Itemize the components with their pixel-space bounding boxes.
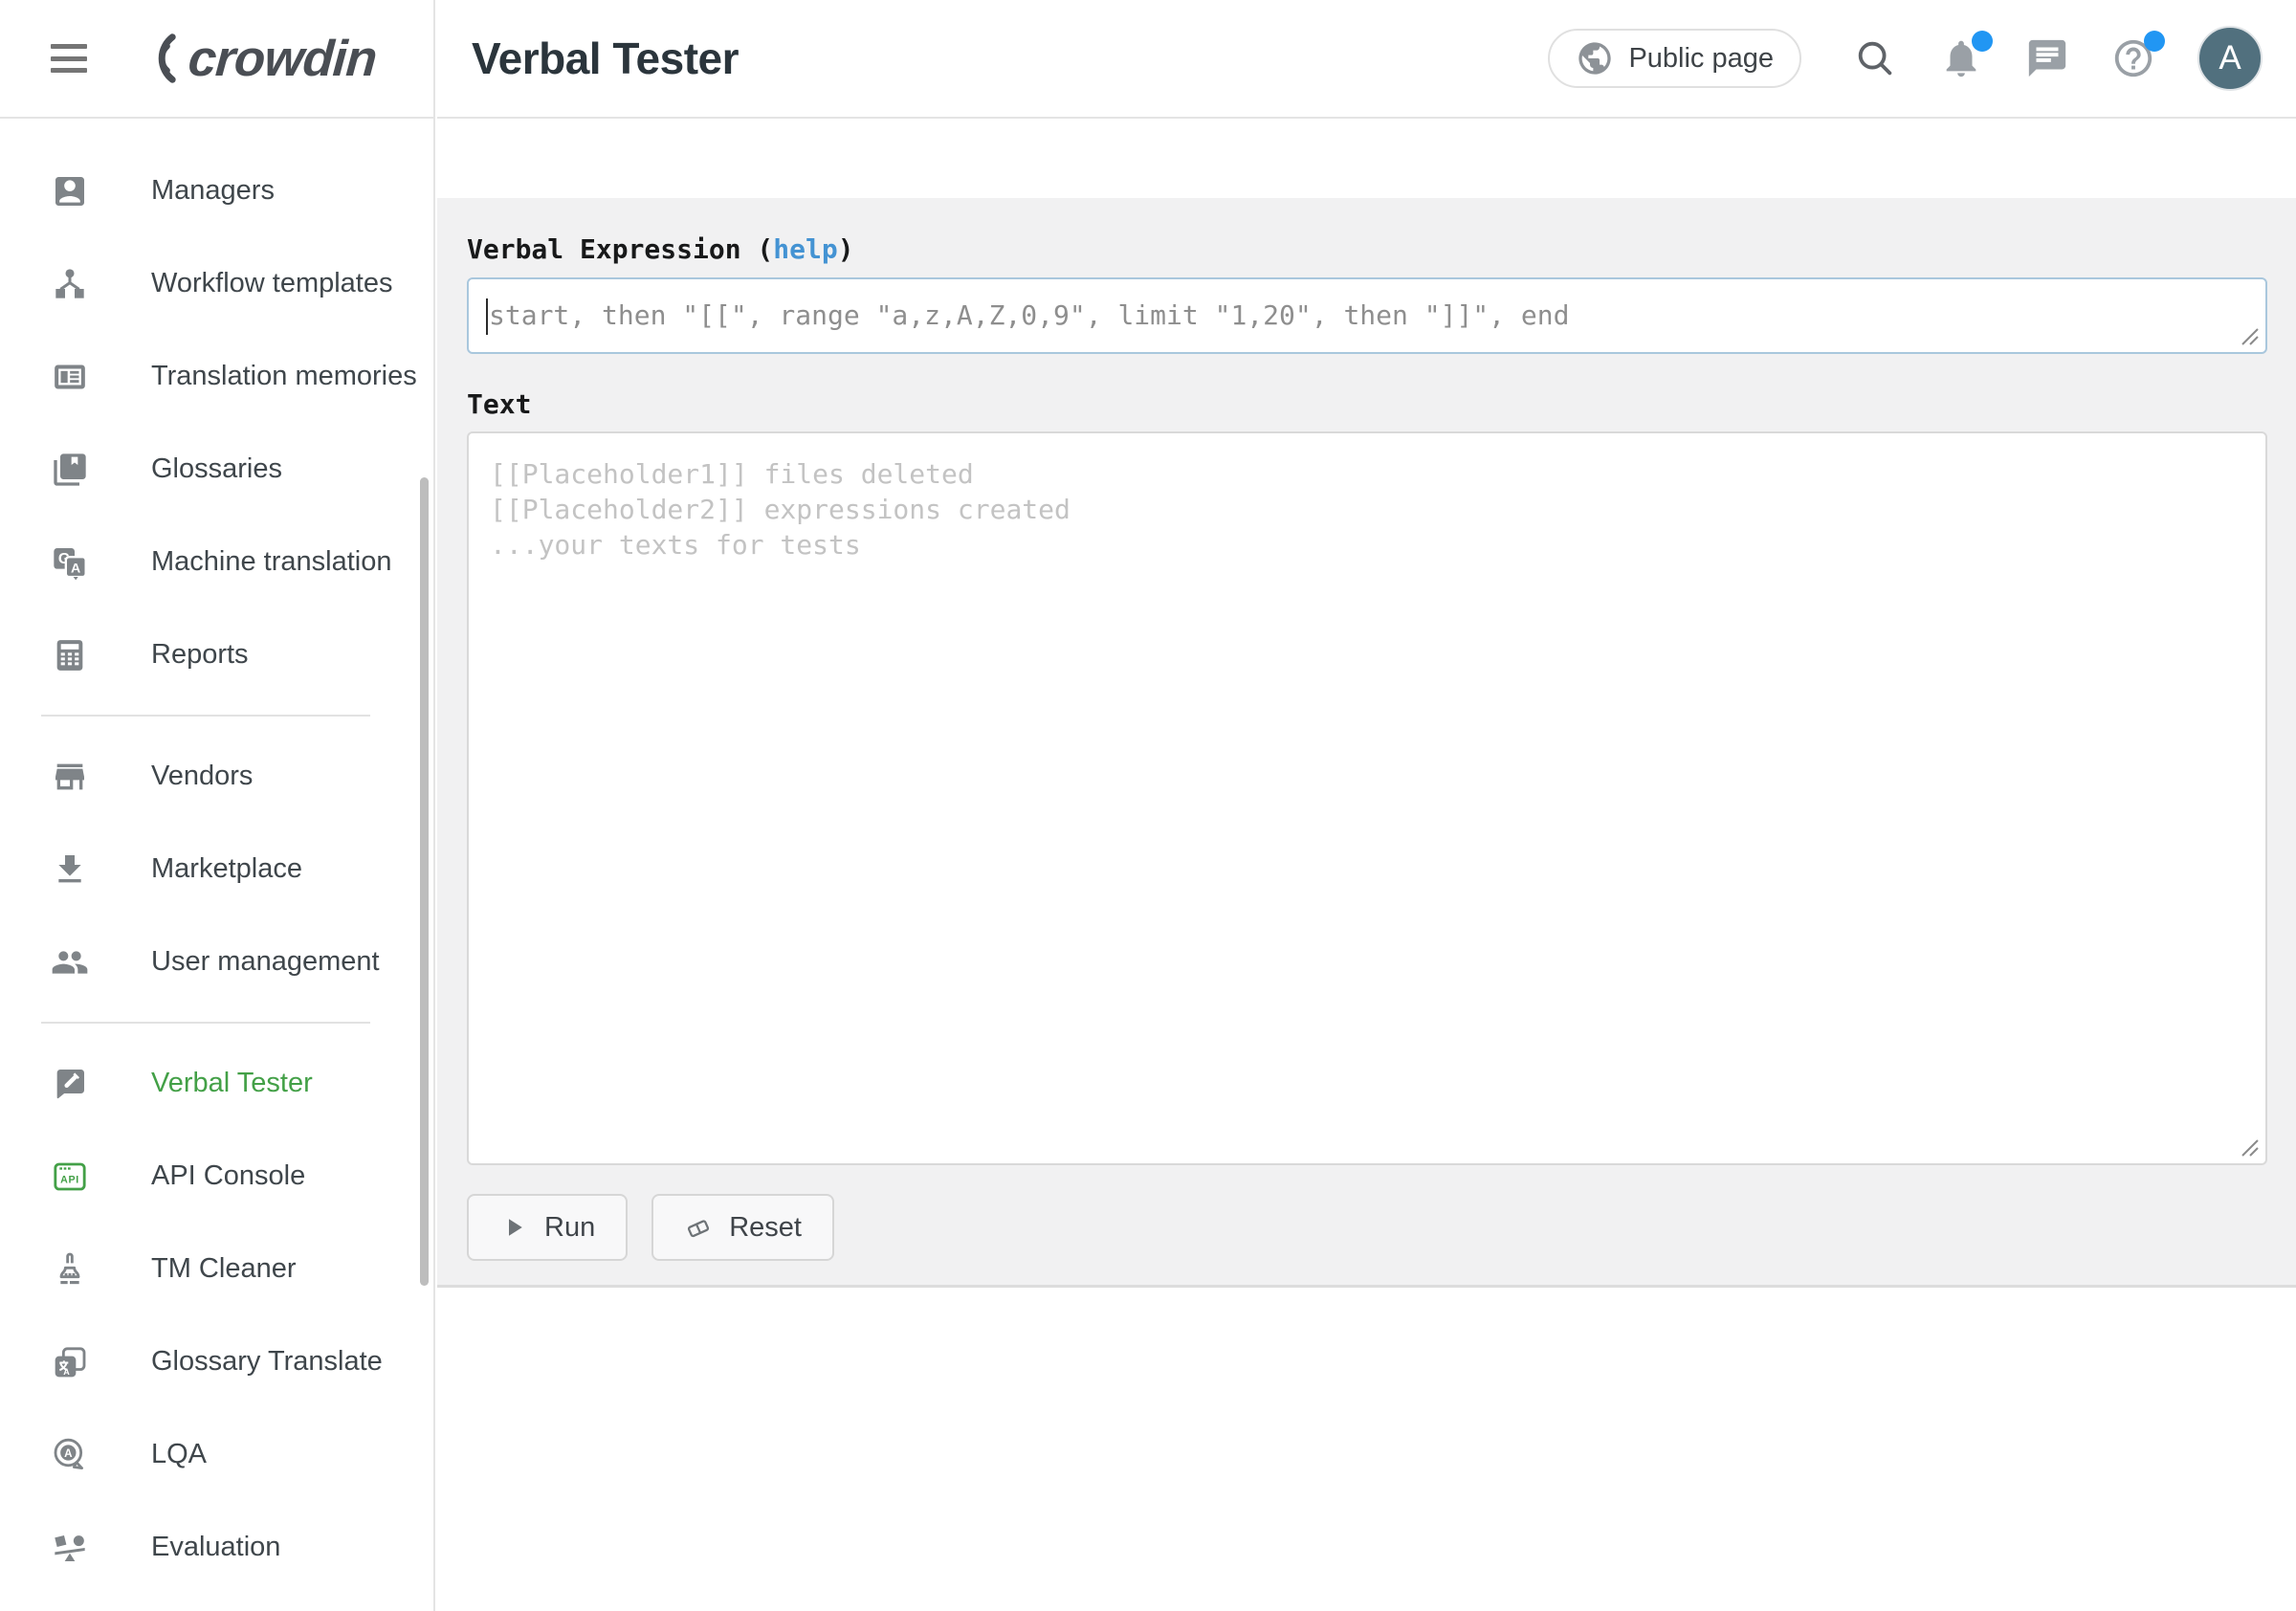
test-tube-bubble-icon bbox=[51, 1065, 89, 1103]
help-icon[interactable] bbox=[2111, 36, 2155, 80]
sidebar-item-api-console[interactable]: API API Console bbox=[0, 1130, 433, 1223]
svg-text:A: A bbox=[63, 1367, 70, 1377]
sidebar-item-label: Translation memories bbox=[151, 361, 417, 392]
sidebar-item-label: User management bbox=[151, 946, 380, 978]
machine-translation-icon: GA bbox=[51, 543, 89, 582]
translate-cards-icon: A bbox=[51, 1343, 89, 1381]
people-icon bbox=[51, 943, 89, 982]
sidebar-item-vendors[interactable]: Vendors bbox=[0, 730, 433, 823]
text-field-wrap bbox=[467, 431, 2267, 1165]
avatar-initial: A bbox=[2219, 39, 2241, 77]
sidebar-item-glossary-translate[interactable]: A Glossary Translate bbox=[0, 1315, 433, 1408]
sidebar-item-label: Vendors bbox=[151, 761, 253, 792]
run-button[interactable]: Run bbox=[467, 1194, 628, 1261]
sidebar-item-evaluation[interactable]: Evaluation bbox=[0, 1501, 433, 1594]
text-label: Text bbox=[467, 389, 2267, 420]
verbal-tester-panel: Verbal Expression (help) Text Run bbox=[437, 198, 2296, 1288]
balance-icon bbox=[51, 1529, 89, 1567]
help-badge bbox=[2144, 31, 2165, 52]
book-bookmark-icon bbox=[51, 451, 89, 489]
public-page-button[interactable]: Public page bbox=[1548, 29, 1801, 88]
expression-input[interactable] bbox=[467, 277, 2267, 354]
notification-badge bbox=[1972, 31, 1993, 52]
api-window-icon: API bbox=[51, 1158, 89, 1196]
sidebar-item-user-management[interactable]: User management bbox=[0, 916, 433, 1008]
button-row: Run Reset bbox=[467, 1194, 2267, 1261]
resize-handle-icon[interactable] bbox=[2238, 1136, 2261, 1159]
public-page-label: Public page bbox=[1628, 43, 1774, 75]
run-button-label: Run bbox=[544, 1212, 595, 1244]
topbar: Verbal Tester Public page A bbox=[437, 0, 2296, 119]
storefront-icon bbox=[51, 758, 89, 796]
sidebar-item-label: API Console bbox=[151, 1160, 305, 1192]
calculator-icon bbox=[51, 636, 89, 674]
crowdin-swirl-icon bbox=[121, 29, 181, 88]
svg-text:A: A bbox=[71, 561, 80, 576]
search-icon[interactable] bbox=[1853, 36, 1897, 80]
sidebar-item-label: Marketplace bbox=[151, 853, 302, 885]
sidebar-nav: Managers Workflow templates Translation … bbox=[0, 119, 433, 1594]
page-title: Verbal Tester bbox=[472, 33, 739, 84]
sidebar-item-lqa[interactable]: A LQA bbox=[0, 1408, 433, 1501]
reset-button-label: Reset bbox=[729, 1212, 802, 1244]
crowdin-logo[interactable]: crowdin bbox=[121, 29, 376, 88]
topbar-actions: Public page A bbox=[1548, 26, 2263, 91]
sidebar-item-machine-translation[interactable]: GA Machine translation bbox=[0, 516, 433, 608]
avatar[interactable]: A bbox=[2197, 26, 2263, 91]
resize-handle-icon[interactable] bbox=[2238, 324, 2261, 347]
expression-field-wrap bbox=[467, 277, 2267, 354]
chat-icon[interactable] bbox=[2025, 36, 2069, 80]
main-content: Verbal Expression (help) Text Run bbox=[437, 121, 2296, 1611]
sidebar-divider bbox=[41, 1022, 370, 1024]
reset-button[interactable]: Reset bbox=[651, 1194, 834, 1261]
menu-icon[interactable] bbox=[51, 44, 87, 73]
sidebar-item-verbal-tester[interactable]: Verbal Tester bbox=[0, 1037, 433, 1130]
help-link[interactable]: help bbox=[773, 233, 837, 265]
play-icon bbox=[499, 1213, 528, 1242]
svg-text:A: A bbox=[64, 1446, 73, 1459]
sidebar-item-label: LQA bbox=[151, 1439, 207, 1470]
sidebar: crowdin Managers Workflow templates bbox=[0, 0, 435, 1611]
workflow-icon bbox=[51, 265, 89, 303]
bell-icon[interactable] bbox=[1939, 36, 1983, 80]
memory-card-icon bbox=[51, 358, 89, 396]
sidebar-item-label: Verbal Tester bbox=[151, 1068, 313, 1099]
sidebar-divider bbox=[41, 715, 370, 717]
sidebar-header: crowdin bbox=[0, 0, 433, 119]
svg-text:API: API bbox=[60, 1174, 79, 1185]
sidebar-item-tm-cleaner[interactable]: TM Cleaner bbox=[0, 1223, 433, 1315]
sidebar-item-label: Machine translation bbox=[151, 546, 391, 578]
sidebar-item-label: Managers bbox=[151, 175, 275, 207]
sidebar-item-label: Workflow templates bbox=[151, 268, 393, 299]
expression-label: Verbal Expression (help) bbox=[467, 198, 2267, 265]
brush-icon bbox=[51, 1250, 89, 1289]
sidebar-item-glossaries[interactable]: Glossaries bbox=[0, 423, 433, 516]
text-input[interactable] bbox=[467, 431, 2267, 1165]
sidebar-item-managers[interactable]: Managers bbox=[0, 144, 433, 237]
sidebar-scrollbar[interactable] bbox=[420, 477, 429, 1286]
globe-icon bbox=[1576, 39, 1614, 77]
app-window: crowdin Managers Workflow templates bbox=[0, 0, 2296, 1611]
sidebar-item-label: Reports bbox=[151, 639, 249, 671]
search-a-icon: A bbox=[51, 1436, 89, 1474]
sidebar-item-label: Glossary Translate bbox=[151, 1346, 383, 1378]
person-card-icon bbox=[51, 172, 89, 210]
sidebar-item-label: TM Cleaner bbox=[151, 1253, 297, 1285]
sidebar-item-marketplace[interactable]: Marketplace bbox=[0, 823, 433, 916]
eraser-icon bbox=[684, 1213, 713, 1242]
logo-text: crowdin bbox=[187, 30, 378, 88]
sidebar-item-translation-memories[interactable]: Translation memories bbox=[0, 330, 433, 423]
sidebar-item-reports[interactable]: Reports bbox=[0, 608, 433, 701]
sidebar-item-label: Evaluation bbox=[151, 1532, 280, 1563]
sidebar-item-label: Glossaries bbox=[151, 453, 282, 485]
download-icon bbox=[51, 850, 89, 889]
sidebar-item-workflow-templates[interactable]: Workflow templates bbox=[0, 237, 433, 330]
